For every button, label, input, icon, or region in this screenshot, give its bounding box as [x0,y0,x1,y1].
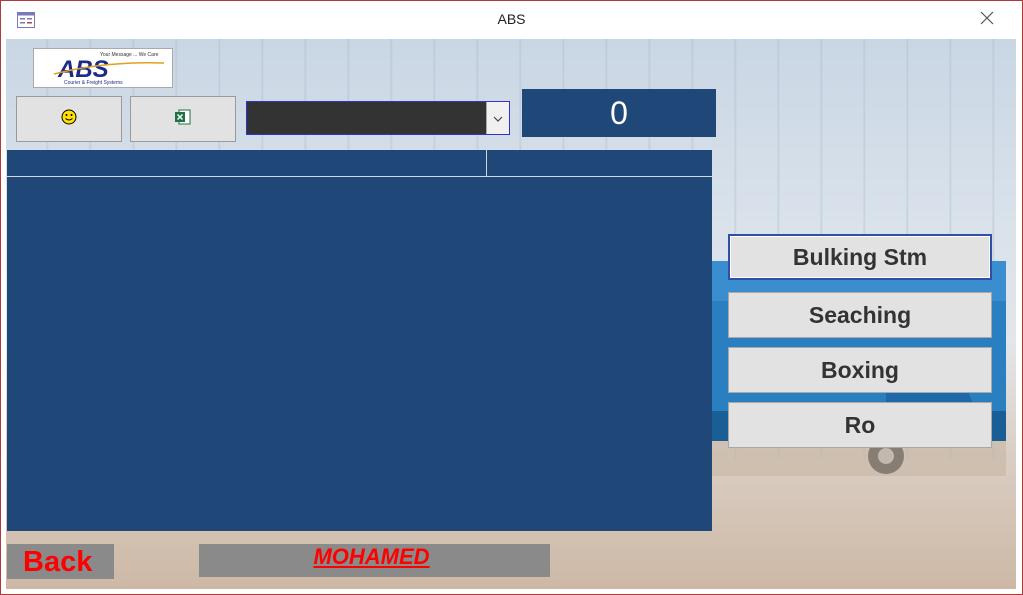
chevron-down-icon [493,109,503,127]
smiley-button[interactable] [16,96,122,142]
application-window: ABS Your Message ... We Care ABS Courier… [0,0,1023,595]
ro-button[interactable]: Ro [728,402,992,448]
close-button[interactable] [974,7,1000,33]
form-body: Your Message ... We Care ABS Courier & F… [6,39,1016,589]
window-title: ABS [497,11,526,27]
current-user-label: MOHAMED [199,544,550,577]
back-button[interactable]: Back [7,544,114,579]
filter-dropdown[interactable] [246,101,510,135]
grid-column-header[interactable] [7,150,487,176]
grid-column-header[interactable] [487,150,712,176]
logo-subtitle: Courier & Freight Systems [64,80,123,86]
abs-logo: Your Message ... We Care ABS Courier & F… [33,48,173,88]
bulking-stm-button[interactable]: Bulking Stm [728,234,992,280]
export-excel-button[interactable] [130,96,236,142]
logo-text: ABS [57,56,109,83]
close-icon [980,11,994,30]
record-count: 0 [522,89,716,137]
title-bar: ABS [1,1,1022,39]
logo-tagline: Your Message ... We Care [100,52,159,58]
data-grid[interactable] [7,150,712,531]
excel-icon [175,109,191,130]
dropdown-arrow-button[interactable] [486,102,509,134]
smiley-icon [61,109,77,130]
grid-header [7,150,712,177]
seaching-button[interactable]: Seaching [728,292,992,338]
boxing-button[interactable]: Boxing [728,347,992,393]
